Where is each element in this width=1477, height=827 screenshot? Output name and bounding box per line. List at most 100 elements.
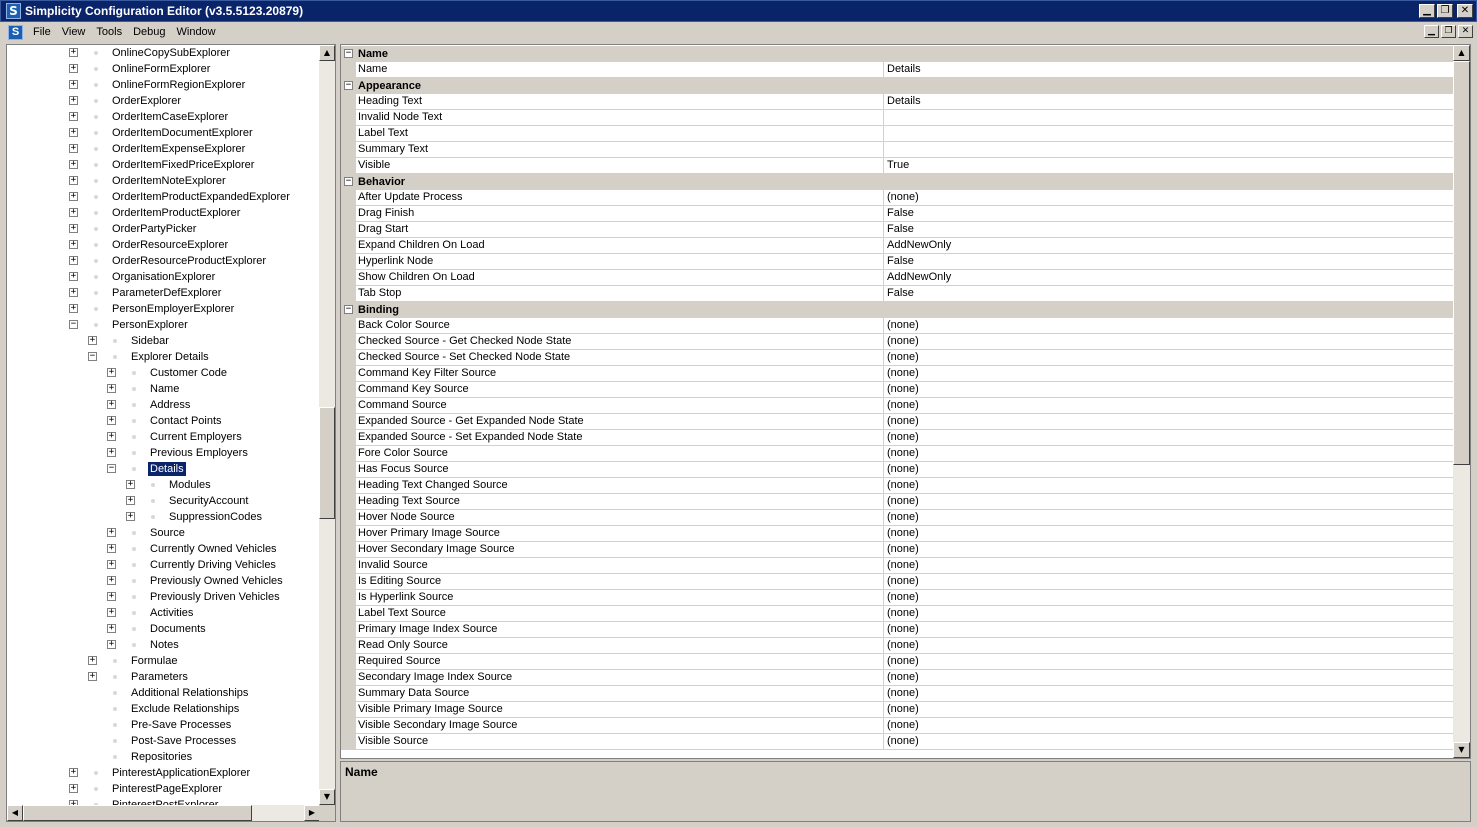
tree-node-label[interactable]: Name xyxy=(148,382,181,396)
tree-node-label[interactable]: OrderItemProductExpandedExplorer xyxy=(110,190,292,204)
property-grid[interactable]: − Name Name Details − Appearance Heading Text D… xyxy=(340,44,1471,759)
tree-node[interactable]: + SuppressionCodes xyxy=(7,509,320,525)
property-name[interactable]: Visible Primary Image Source xyxy=(356,702,884,718)
property-name[interactable]: Visible xyxy=(356,158,884,174)
property-value[interactable]: (none) xyxy=(884,542,1454,558)
menu-file[interactable]: File xyxy=(29,26,58,38)
tree-node[interactable]: + OnlineFormRegionExplorer xyxy=(7,77,320,93)
expand-icon[interactable]: + xyxy=(69,80,78,89)
tree-horizontal-scrollbar[interactable]: ◀ ▶ xyxy=(7,805,320,821)
tree-node[interactable]: + Formulae xyxy=(7,653,320,669)
tree-node-label[interactable]: PinterestApplicationExplorer xyxy=(110,766,252,780)
property-name[interactable]: Expanded Source - Set Expanded Node Stat… xyxy=(356,430,884,446)
property-value[interactable]: False xyxy=(884,254,1454,270)
expand-icon[interactable]: + xyxy=(69,160,78,169)
property-value[interactable]: False xyxy=(884,206,1454,222)
property-row[interactable]: Read Only Source (none) xyxy=(341,638,1454,654)
property-row[interactable]: Command Source (none) xyxy=(341,398,1454,414)
property-value[interactable]: (none) xyxy=(884,574,1454,590)
expand-icon[interactable]: + xyxy=(107,544,116,553)
collapse-icon[interactable]: − xyxy=(88,352,97,361)
tree-node-label[interactable]: Documents xyxy=(148,622,208,636)
expand-icon[interactable]: + xyxy=(69,208,78,217)
expand-icon[interactable]: + xyxy=(126,512,135,521)
property-row[interactable]: Heading Text Source (none) xyxy=(341,494,1454,510)
expand-icon[interactable]: + xyxy=(69,768,78,777)
tree-node[interactable]: + Previously Owned Vehicles xyxy=(7,573,320,589)
property-row[interactable]: Visible True xyxy=(341,158,1454,174)
tree-node[interactable]: + Sidebar xyxy=(7,333,320,349)
expand-icon[interactable]: + xyxy=(107,448,116,457)
tree-node-label[interactable]: OnlineFormRegionExplorer xyxy=(110,78,247,92)
expand-icon[interactable]: + xyxy=(69,240,78,249)
tree-node-label[interactable]: Source xyxy=(148,526,187,540)
tree-node-label[interactable]: Customer Code xyxy=(148,366,229,380)
tree-node[interactable]: + Name xyxy=(7,381,320,397)
property-value[interactable]: (none) xyxy=(884,718,1454,734)
property-value[interactable]: False xyxy=(884,222,1454,238)
tree-node[interactable]: + OrderPartyPicker xyxy=(7,221,320,237)
tree-node-label[interactable]: PersonExplorer xyxy=(110,318,190,332)
tree-node[interactable]: + Parameters xyxy=(7,669,320,685)
tree-node-label[interactable]: SecurityAccount xyxy=(167,494,250,508)
tree-vertical-scrollbar[interactable]: ▲ ▼ xyxy=(319,45,335,805)
tree-node-label[interactable]: OrderResourceExplorer xyxy=(110,238,230,252)
property-name[interactable]: Summary Data Source xyxy=(356,686,884,702)
tree-node-label[interactable]: PinterestPostExplorer xyxy=(110,798,220,805)
property-name[interactable]: Heading Text Changed Source xyxy=(356,478,884,494)
tree-node[interactable]: Additional Relationships xyxy=(7,685,320,701)
property-name[interactable]: Visible Source xyxy=(356,734,884,750)
tree-node[interactable]: Repositories xyxy=(7,749,320,765)
expand-icon[interactable]: + xyxy=(107,432,116,441)
tree-node-label[interactable]: SuppressionCodes xyxy=(167,510,264,524)
property-value[interactable]: (none) xyxy=(884,638,1454,654)
tree-node-label[interactable]: PinterestPageExplorer xyxy=(110,782,224,796)
tree-node-label[interactable]: Previously Driven Vehicles xyxy=(148,590,282,604)
property-row[interactable]: Primary Image Index Source (none) xyxy=(341,622,1454,638)
tree-node[interactable]: + Documents xyxy=(7,621,320,637)
property-name[interactable]: Invalid Source xyxy=(356,558,884,574)
tree-node-label[interactable]: OrderExplorer xyxy=(110,94,183,108)
app-logo-icon[interactable]: S xyxy=(6,3,21,19)
property-value[interactable]: (none) xyxy=(884,622,1454,638)
expand-icon[interactable]: + xyxy=(126,480,135,489)
property-name[interactable]: Summary Text xyxy=(356,142,884,158)
tree-node[interactable]: Pre-Save Processes xyxy=(7,717,320,733)
property-name[interactable]: Is Hyperlink Source xyxy=(356,590,884,606)
property-name[interactable]: Tab Stop xyxy=(356,286,884,302)
property-name[interactable]: Fore Color Source xyxy=(356,446,884,462)
property-row[interactable]: Invalid Node Text xyxy=(341,110,1454,126)
tree-node-label[interactable]: OnlineCopySubExplorer xyxy=(110,46,232,60)
mdi-minimize-button[interactable]: ▁ xyxy=(1424,25,1439,38)
tree-node-label[interactable]: ParameterDefExplorer xyxy=(110,286,223,300)
tree-node[interactable]: + OrderItemFixedPriceExplorer xyxy=(7,157,320,173)
tree-node-label[interactable]: Notes xyxy=(148,638,181,652)
tree-node[interactable]: + Current Employers xyxy=(7,429,320,445)
property-value[interactable] xyxy=(884,142,1454,158)
maximize-button[interactable]: ❐ xyxy=(1437,4,1453,18)
tree-node[interactable]: + OrderItemProductExplorer xyxy=(7,205,320,221)
tree-scroll-thumb[interactable] xyxy=(319,407,335,519)
tree-node[interactable]: + OrderResourceExplorer xyxy=(7,237,320,253)
property-value[interactable]: (none) xyxy=(884,702,1454,718)
expand-icon[interactable]: + xyxy=(126,496,135,505)
expand-icon[interactable]: + xyxy=(88,672,97,681)
expand-icon[interactable]: + xyxy=(69,48,78,57)
property-value[interactable]: AddNewOnly xyxy=(884,270,1454,286)
property-value[interactable]: (none) xyxy=(884,334,1454,350)
property-vertical-scrollbar[interactable]: ▲ ▼ xyxy=(1453,45,1470,758)
property-value[interactable]: (none) xyxy=(884,478,1454,494)
property-row[interactable]: Hover Primary Image Source (none) xyxy=(341,526,1454,542)
property-name[interactable]: Heading Text xyxy=(356,94,884,110)
expand-icon[interactable]: + xyxy=(88,336,97,345)
property-value[interactable]: (none) xyxy=(884,430,1454,446)
property-value[interactable]: AddNewOnly xyxy=(884,238,1454,254)
tree-node[interactable]: + Customer Code xyxy=(7,365,320,381)
mdi-system-menu-icon[interactable]: S xyxy=(8,24,23,40)
tree-node[interactable]: + Modules xyxy=(7,477,320,493)
tree-node[interactable]: − Explorer Details xyxy=(7,349,320,365)
expand-icon[interactable]: + xyxy=(69,784,78,793)
tree-node-label[interactable]: Details xyxy=(147,461,187,477)
tree-node[interactable]: + OnlineCopySubExplorer xyxy=(7,45,320,61)
property-row[interactable]: After Update Process (none) xyxy=(341,190,1454,206)
